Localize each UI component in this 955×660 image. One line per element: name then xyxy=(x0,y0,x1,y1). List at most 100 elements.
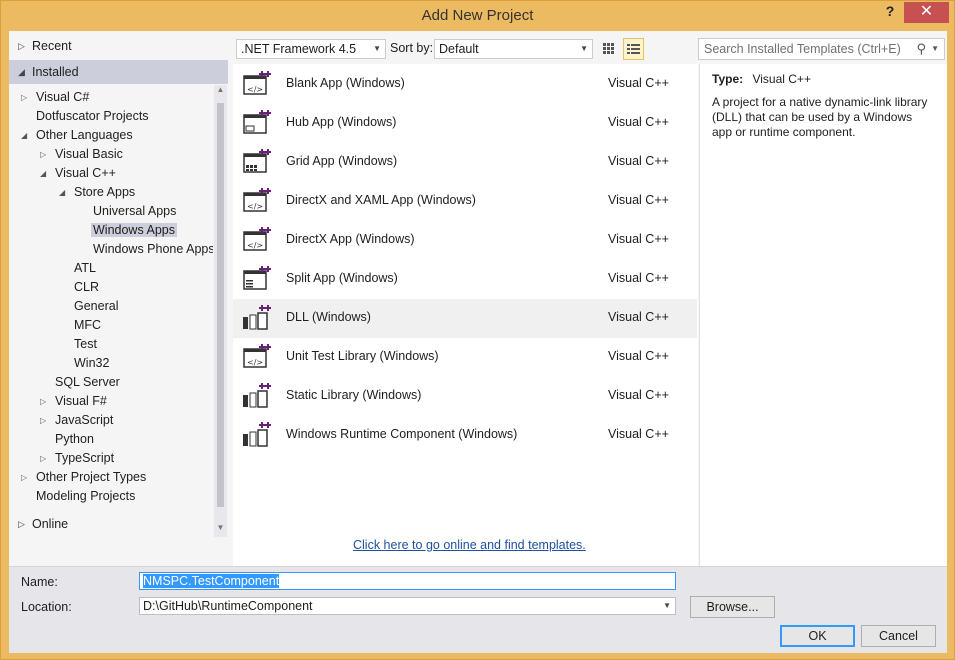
dialog-body: ▷ Recent ◢ Installed ▷ Visual C# Dotfuscat… xyxy=(9,31,947,653)
find-online-templates-link[interactable]: Click here to go online and find templat… xyxy=(353,538,586,552)
template-row[interactable]: Static Library (Windows) Visual C++ xyxy=(233,377,697,416)
tree-item[interactable]: ◢ Other Languages xyxy=(21,126,135,145)
browse-button[interactable]: Browse... xyxy=(690,596,775,618)
close-button[interactable]: ✕ xyxy=(904,2,949,23)
expand-arrow-icon[interactable]: ▷ xyxy=(18,34,25,58)
tree-item[interactable]: ▷ TypeScript xyxy=(40,449,116,468)
expand-arrow-icon[interactable]: ▷ xyxy=(40,392,50,411)
small-icons-view-button[interactable] xyxy=(599,38,620,60)
template-row[interactable]: Split App (Windows) Visual C++ xyxy=(233,260,697,299)
expand-arrow-icon[interactable]: ▷ xyxy=(21,88,31,107)
installed-tree-list: ▷ Visual C# Dotfuscator Projects ◢ Other Lan… xyxy=(9,85,213,537)
cancel-button[interactable]: Cancel xyxy=(861,625,936,647)
list-view-icon xyxy=(627,44,640,54)
template-name: Hub App (Windows) xyxy=(286,115,397,129)
tree-item-label: Windows Apps xyxy=(91,223,177,237)
template-row[interactable]: </> DirectX and XAML App (Windows) Visual … xyxy=(233,182,697,221)
tree-item[interactable]: ▷ Visual C# xyxy=(21,88,91,107)
sort-select[interactable]: Default ▼ xyxy=(434,39,593,59)
tree-item[interactable]: ◢ Store Apps xyxy=(59,183,137,202)
expand-arrow-icon[interactable]: ▷ xyxy=(18,512,25,536)
tree-item-label: Test xyxy=(74,337,97,351)
template-row[interactable]: Windows Runtime Component (Windows) Visua… xyxy=(233,416,697,455)
tree-item[interactable]: CLR xyxy=(59,278,101,297)
template-name: DLL (Windows) xyxy=(286,310,371,324)
recent-node[interactable]: ▷ Recent xyxy=(9,34,228,58)
template-description: A project for a native dynamic-link libr… xyxy=(712,95,928,139)
collapse-arrow-icon[interactable]: ◢ xyxy=(59,183,69,202)
template-row[interactable]: </> Blank App (Windows) Visual C++ xyxy=(233,65,697,104)
template-name: DirectX and XAML App (Windows) xyxy=(286,193,476,207)
location-value: D:\GitHub\RuntimeComponent xyxy=(143,599,313,613)
chevron-down-icon[interactable]: ▼ xyxy=(663,598,671,614)
expand-arrow-icon[interactable]: ▷ xyxy=(40,145,50,164)
template-language: Visual C++ xyxy=(608,154,669,168)
tree-item[interactable]: ▷ Other Project Types xyxy=(21,468,148,487)
tree-item[interactable]: Windows Phone Apps xyxy=(78,240,213,259)
framework-select[interactable]: .NET Framework 4.5 ▼ xyxy=(236,39,386,59)
scroll-up-icon[interactable]: ▲ xyxy=(214,85,227,99)
template-row[interactable]: </> DirectX App (Windows) Visual C++ xyxy=(233,221,697,260)
tree-item-label: Modeling Projects xyxy=(36,489,136,503)
template-row[interactable]: Hub App (Windows) Visual C++ xyxy=(233,104,697,143)
expand-arrow-icon[interactable]: ▷ xyxy=(40,449,50,468)
scrollbar-thumb[interactable] xyxy=(217,103,224,507)
type-value: Visual C++ xyxy=(752,72,811,86)
location-combo[interactable]: D:\GitHub\RuntimeComponent ▼ xyxy=(139,597,676,615)
framework-value: .NET Framework 4.5 xyxy=(241,42,357,56)
tree-scrollbar[interactable]: ▲ ▼ xyxy=(214,85,227,537)
tree-item[interactable]: ▷ Visual F# xyxy=(40,392,109,411)
ok-button[interactable]: OK xyxy=(780,625,855,647)
tree-item[interactable]: SQL Server xyxy=(40,373,122,392)
tree-item[interactable]: ◢ Visual C++ xyxy=(40,164,118,183)
online-node[interactable]: ▷ Online xyxy=(9,512,228,536)
template-language: Visual C++ xyxy=(608,76,669,90)
tree-item[interactable]: General xyxy=(59,297,120,316)
template-search-input[interactable]: Search Installed Templates (Ctrl+E) ⚲ ▼ xyxy=(698,38,945,60)
tree-item-label: Visual F# xyxy=(55,394,107,408)
tree-item[interactable]: Win32 xyxy=(59,354,111,373)
tree-item[interactable]: Python xyxy=(40,430,96,449)
help-button[interactable]: ? xyxy=(879,3,901,23)
tree-item-label: SQL Server xyxy=(55,375,120,389)
tree-item[interactable]: Windows Apps xyxy=(78,221,177,240)
collapse-arrow-icon[interactable]: ◢ xyxy=(18,60,25,84)
tree-item[interactable]: ▷ JavaScript xyxy=(40,411,115,430)
template-language: Visual C++ xyxy=(608,349,669,363)
tree-item[interactable]: MFC xyxy=(59,316,103,335)
project-name-input[interactable]: NMSPC.TestComponent xyxy=(139,572,676,590)
tree-item[interactable]: Universal Apps xyxy=(78,202,178,221)
tree-item-label: MFC xyxy=(74,318,102,332)
dll-icon xyxy=(241,303,271,333)
tree-item-label: General xyxy=(74,299,119,313)
dialog-title: Add New Project xyxy=(421,7,534,24)
chevron-down-icon[interactable]: ▼ xyxy=(931,39,939,59)
collapse-arrow-icon[interactable]: ◢ xyxy=(40,164,50,183)
template-row[interactable]: </> Unit Test Library (Windows) Visual C++ xyxy=(233,338,697,377)
search-icon[interactable]: ⚲ xyxy=(916,39,926,59)
tree-item[interactable]: ATL xyxy=(59,259,98,278)
collapse-arrow-icon[interactable]: ◢ xyxy=(21,126,31,145)
expand-arrow-icon[interactable]: ▷ xyxy=(21,468,31,487)
tree-item[interactable]: Modeling Projects xyxy=(21,487,137,506)
template-name: DirectX App (Windows) xyxy=(286,232,415,246)
tree-item[interactable]: Test xyxy=(59,335,99,354)
grid-app-icon xyxy=(241,147,271,177)
expand-arrow-icon[interactable]: ▷ xyxy=(40,411,50,430)
grid-view-icon xyxy=(603,43,614,54)
list-view-button[interactable] xyxy=(623,38,644,60)
installed-node[interactable]: ◢ Installed xyxy=(9,60,228,84)
recent-label: Recent xyxy=(32,39,72,53)
tree-item[interactable]: ▷ Visual Basic xyxy=(40,145,125,164)
tree-item-label: JavaScript xyxy=(55,413,114,427)
tree-item-label: Universal Apps xyxy=(93,204,177,218)
template-language: Visual C++ xyxy=(608,388,669,402)
template-row[interactable]: DLL (Windows) Visual C++ xyxy=(233,299,697,338)
template-language: Visual C++ xyxy=(608,193,669,207)
installed-label: Installed xyxy=(32,65,79,79)
tree-item-label: ATL xyxy=(74,261,96,275)
title-bar[interactable]: Add New Project ? ✕ xyxy=(1,1,954,31)
tree-item[interactable]: Dotfuscator Projects xyxy=(21,107,151,126)
template-row[interactable]: Grid App (Windows) Visual C++ xyxy=(233,143,697,182)
tree-item-label: CLR xyxy=(74,280,100,294)
